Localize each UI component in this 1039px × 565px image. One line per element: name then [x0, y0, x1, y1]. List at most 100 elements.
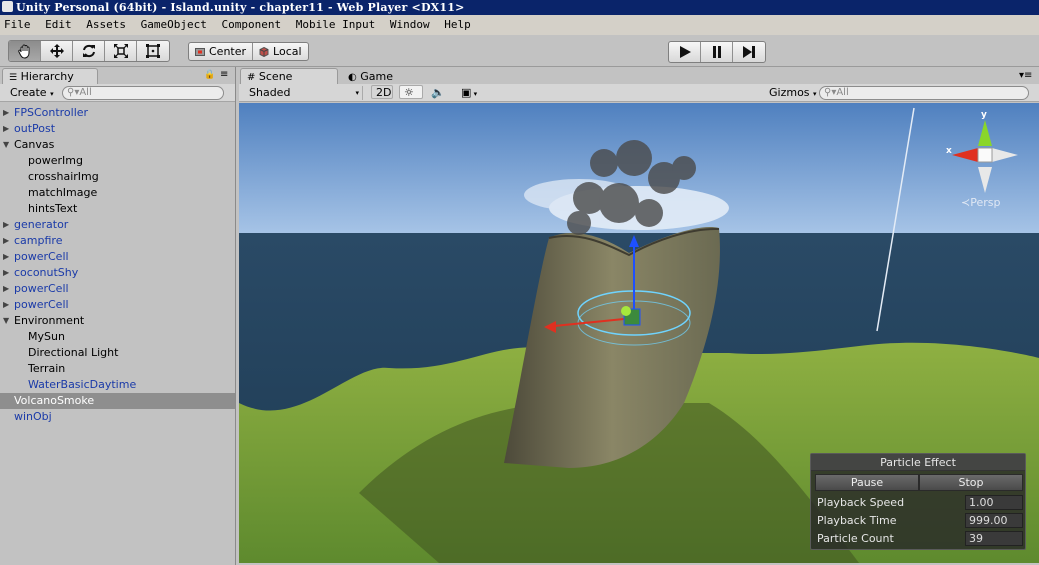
scene-panel-menu-icon[interactable]: ▾≡	[1019, 70, 1032, 81]
collapse-arrow-icon[interactable]: ▶	[3, 233, 9, 249]
transform-tools	[8, 40, 170, 62]
scale-tool-button[interactable]	[105, 41, 137, 61]
hierarchy-item[interactable]: ▶ powerCell	[0, 281, 235, 297]
playback-controls	[668, 41, 766, 63]
collapse-arrow-icon[interactable]: ▶	[3, 297, 9, 313]
collapse-arrow-icon[interactable]: ▶	[3, 121, 9, 137]
menu-assets[interactable]: Assets	[86, 18, 126, 31]
hierarchy-item[interactable]: VolcanoSmoke	[0, 393, 235, 409]
unity-app-icon	[2, 1, 13, 12]
hierarchy-item-label: hintsText	[28, 202, 78, 215]
hierarchy-item[interactable]: Directional Light	[0, 345, 235, 361]
panel-menu-icon[interactable]: ≡	[220, 69, 228, 80]
transform-z-handle[interactable]	[621, 306, 631, 316]
scene-audio-button[interactable]: 🔈	[427, 86, 449, 100]
toggle-2d-button[interactable]: 2D	[371, 85, 393, 99]
gizmo-axis-y-label: y	[981, 110, 987, 120]
play-button[interactable]	[669, 42, 701, 62]
hierarchy-item[interactable]: MySun	[0, 329, 235, 345]
hierarchy-item[interactable]: winObj	[0, 409, 235, 425]
hierarchy-item[interactable]: ▶ campfire	[0, 233, 235, 249]
rect-tool-button[interactable]	[137, 41, 169, 61]
hierarchy-item[interactable]: ▼ Environment	[0, 313, 235, 329]
hierarchy-item[interactable]: WaterBasicDaytime	[0, 377, 235, 393]
hierarchy-item-label: Terrain	[28, 362, 66, 375]
menu-edit[interactable]: Edit	[45, 18, 72, 31]
stop-particle-button[interactable]: Stop	[919, 474, 1023, 491]
pause-icon	[712, 46, 721, 58]
tab-hierarchy[interactable]: ☰ Hierarchy	[2, 68, 98, 84]
hierarchy-item[interactable]: ▶ powerCell	[0, 297, 235, 313]
expand-arrow-icon[interactable]: ▼	[3, 137, 9, 153]
persp-arrow-icon: ≺	[961, 196, 971, 209]
hierarchy-item[interactable]: Terrain	[0, 361, 235, 377]
pivot-local-button[interactable]: Local	[253, 43, 308, 60]
hierarchy-item[interactable]: ▶ coconutShy	[0, 265, 235, 281]
hierarchy-item-label: generator	[14, 218, 69, 231]
shading-mode-dropdown[interactable]: Shaded ▾	[245, 86, 363, 100]
lock-icon[interactable]: 🔒	[204, 70, 215, 80]
menu-gameobject[interactable]: GameObject	[141, 18, 207, 31]
hierarchy-tab-row: ☰ Hierarchy 🔒 ≡	[0, 67, 235, 84]
hierarchy-item[interactable]: ▶ generator	[0, 217, 235, 233]
menu-file[interactable]: File	[4, 18, 31, 31]
menu-mobile-input[interactable]: Mobile Input	[296, 18, 375, 31]
scene-tab-row: # Scene ◐ Game ▾≡	[239, 67, 1039, 84]
hierarchy-item-label: Environment	[14, 314, 85, 327]
hierarchy-item-label: powerCell	[14, 298, 69, 311]
hierarchy-item[interactable]: powerImg	[0, 153, 235, 169]
collapse-arrow-icon[interactable]: ▶	[3, 217, 9, 233]
projection-label[interactable]: ≺Persp	[961, 196, 1000, 209]
hierarchy-panel: ☰ Hierarchy 🔒 ≡ Create ▾ ⚲▾All ▶ FPSContr…	[0, 67, 236, 565]
hierarchy-item[interactable]: ▶ FPSController	[0, 105, 235, 121]
hierarchy-item-label: WaterBasicDaytime	[28, 378, 137, 391]
scene-toolbar: Shaded ▾ 2D ☼ 🔈 ▣ ▾ Gizmos ▾ ⚲▾All	[239, 84, 1039, 102]
hierarchy-item[interactable]: matchImage	[0, 185, 235, 201]
tab-scene[interactable]: # Scene	[240, 68, 338, 84]
collapse-arrow-icon[interactable]: ▶	[3, 281, 9, 297]
particle-effect-title: Particle Effect	[811, 454, 1025, 471]
playback-speed-row: Playback Speed 1.00	[817, 494, 1023, 511]
hierarchy-item-label: Directional Light	[28, 346, 119, 359]
hierarchy-item[interactable]: hintsText	[0, 201, 235, 217]
pause-button[interactable]	[701, 42, 733, 62]
hand-tool-button[interactable]	[9, 41, 41, 61]
hierarchy-item-label: FPSController	[14, 106, 89, 119]
playback-time-field[interactable]: 999.00	[965, 513, 1023, 528]
step-button[interactable]	[733, 42, 765, 62]
game-pacman-icon: ◐	[348, 72, 357, 83]
scene-search-input[interactable]: ⚲▾All	[819, 86, 1029, 100]
dropdown-arrow-icon: ▾	[813, 90, 817, 98]
expand-arrow-icon[interactable]: ▼	[3, 313, 9, 329]
hierarchy-item-label: powerCell	[14, 282, 69, 295]
speaker-icon: 🔈	[431, 86, 445, 99]
particle-count-row: Particle Count 39	[817, 530, 1023, 547]
dropdown-arrow-icon: ▾	[355, 89, 359, 97]
collapse-arrow-icon[interactable]: ▶	[3, 105, 9, 121]
create-dropdown[interactable]: Create ▾	[6, 86, 58, 100]
image-icon: ▣	[461, 86, 472, 99]
hierarchy-item[interactable]: ▼ Canvas	[0, 137, 235, 153]
pause-particle-button[interactable]: Pause	[815, 474, 919, 491]
menu-help[interactable]: Help	[444, 18, 471, 31]
tab-game[interactable]: ◐ Game	[341, 68, 411, 84]
move-tool-button[interactable]	[41, 41, 73, 61]
scene-tab-label: Scene	[258, 70, 293, 83]
playback-speed-field[interactable]: 1.00	[965, 495, 1023, 510]
gizmos-dropdown[interactable]: Gizmos ▾	[765, 86, 821, 100]
scene-lighting-button[interactable]: ☼	[399, 85, 423, 99]
hierarchy-search-placeholder: All	[79, 87, 92, 98]
pivot-center-button[interactable]: Center	[189, 43, 254, 60]
pivot-center-label: Center	[209, 45, 247, 58]
menu-window[interactable]: Window	[390, 18, 430, 31]
collapse-arrow-icon[interactable]: ▶	[3, 265, 9, 281]
scene-effects-button[interactable]: ▣ ▾	[457, 86, 481, 100]
dropdown-arrow-icon: ▾	[471, 90, 478, 98]
hierarchy-search-input[interactable]: ⚲▾All	[62, 86, 224, 100]
rotate-tool-button[interactable]	[73, 41, 105, 61]
hierarchy-item[interactable]: crosshairImg	[0, 169, 235, 185]
hierarchy-item[interactable]: ▶ outPost	[0, 121, 235, 137]
hierarchy-item[interactable]: ▶ powerCell	[0, 249, 235, 265]
collapse-arrow-icon[interactable]: ▶	[3, 249, 9, 265]
menu-component[interactable]: Component	[221, 18, 281, 31]
